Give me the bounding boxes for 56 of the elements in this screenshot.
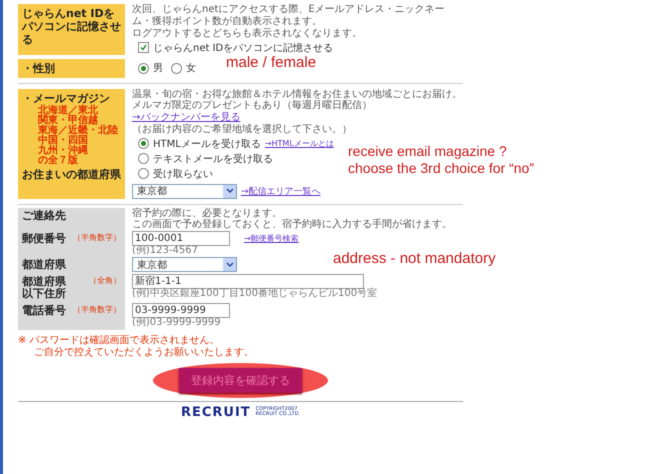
annotation-text: receive email magazine ? <box>348 143 507 159</box>
region-text: 中国・四国 <box>38 136 89 146</box>
description-text: ログアウトするとどちらも表示されなくなります。 <box>132 28 362 40</box>
radio-button[interactable] <box>138 153 149 164</box>
radio-button[interactable] <box>138 168 149 180</box>
region-text: 関東・甲信越 <box>37 116 98 126</box>
field-label: 郵便番号 <box>22 232 66 246</box>
postal-search-link[interactable]: →郵便番号検索 <box>244 232 299 244</box>
radio-button[interactable] <box>138 62 149 74</box>
description-text: この画面で予め登録しておくと、宿予約時に入力する手間が省けます。 <box>132 219 452 231</box>
radio-button[interactable] <box>171 62 182 74</box>
region-text: 九州・沖縄 <box>36 146 89 156</box>
prefecture-select[interactable]: 東京都 <box>132 184 237 199</box>
checkbox[interactable] <box>138 42 149 53</box>
input-field[interactable]: 新宿1-1-1 <box>132 274 364 289</box>
section-label: ご連絡先 <box>18 208 125 231</box>
region-text: 東海／近畿・北陸 <box>37 126 119 136</box>
backnumber-link[interactable]: →バックナンバーを見る <box>132 112 240 123</box>
example-hint: (例)中央区銀座100丁目100番地じゃらんビル100号室 <box>132 288 378 300</box>
recruit-logo: RECRUIT <box>180 404 251 420</box>
notice-text: ※ パスワードは確認画面で表示されません。 <box>18 334 221 347</box>
format-note: （全角） <box>89 276 121 286</box>
format-note: （半角数字） <box>73 232 121 242</box>
checkbox-label: じゃらんnet IDをパソコンに記憶させる <box>153 42 334 54</box>
radio-label: テキストメールを受け取る <box>153 152 273 166</box>
annotation-text: address - not mandatory <box>333 250 496 267</box>
radio-label: 男 <box>153 62 163 76</box>
section-label: じゃらんnet IDをパソコンに記憶させる <box>18 4 125 54</box>
description-text: 温泉・旬の宿・お得な旅館＆ホテル情報をお住まいの地域ごとにお届け。メルマガ限定のプレゼントもあり（毎週月曜日配信） →バックナンバーを見る <box>132 88 463 124</box>
radio-label: 受け取らない <box>153 168 213 181</box>
instruction-text: （お届け内容のご希望地域を選択して下さい。） <box>132 124 352 136</box>
html-mail-link[interactable]: →HTMLメールとは <box>264 138 334 150</box>
radio-label: 女 <box>186 62 196 76</box>
example-hint: (例)123-4567 <box>132 246 198 256</box>
input-field[interactable]: 100-0001 <box>132 230 230 246</box>
annotation-text: choose the 3rd choice for “no” <box>348 160 534 176</box>
description-text: 宿予約の際に、必要となります。 <box>132 208 282 219</box>
field-label: 都道府県以下住所 <box>22 276 67 302</box>
radio-label: HTMLメールを受け取る <box>153 138 261 151</box>
field-label: 電話番号 <box>22 305 66 318</box>
radio-button[interactable] <box>138 138 149 150</box>
field-label: 都道府県 <box>22 259 66 272</box>
input-field[interactable]: 03-9999-9999 <box>132 303 230 318</box>
example-hint: (例)03-9999-9999 <box>132 318 221 329</box>
area-list-link[interactable]: →配信エリア一覧へ <box>241 184 321 198</box>
format-note: （半角数字） <box>73 305 121 314</box>
section-label: ・性別 <box>18 58 125 78</box>
region-text: の全７版 <box>37 156 78 166</box>
description-text: 次回、じゃらんnetにアクセスする際、Eメールアドレス・ニックネーム・獲得ポイント数が自動表示されます。 <box>132 4 446 27</box>
annotation-text: male / female <box>226 54 316 71</box>
prefecture-label: お住まいの都道府県 <box>22 168 121 182</box>
checkmark-icon <box>140 44 147 51</box>
notice-text: ご自分で控えていただくようお願いいたします。 <box>33 346 255 359</box>
region-text: 北海道／東北 <box>37 106 98 116</box>
prefecture-select[interactable]: 東京都 <box>132 257 237 272</box>
section-label: ・メールマガジン <box>22 92 111 105</box>
